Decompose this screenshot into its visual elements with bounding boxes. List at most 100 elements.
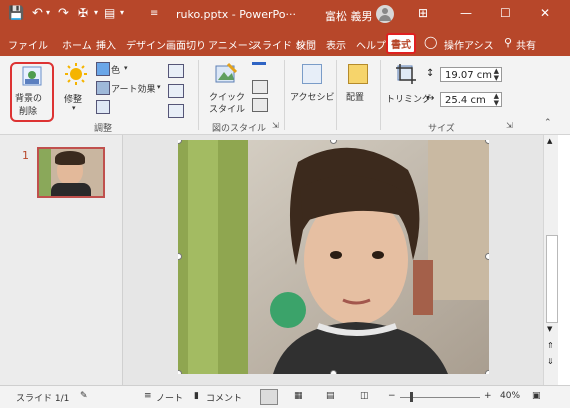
normal-view-icon[interactable] [260,389,278,405]
height-input[interactable]: 19.07 cm ▲ ▼ [440,67,502,82]
thumb-shirt [51,183,91,196]
divider [198,60,199,130]
picture-layout-icon[interactable] [252,98,268,112]
change-picture-icon[interactable] [168,84,184,98]
tab-view[interactable]: 表示 [326,37,346,52]
qat-more-icon[interactable]: ≡ [150,8,158,19]
notes-button[interactable]: ノート [156,391,183,404]
slide-indicator: スライド 1/1 [16,394,70,404]
styles-dialog-launcher-icon[interactable]: ⇲ [272,121,279,130]
quick-styles-button[interactable]: クイック スタイル [208,62,246,116]
touch-dropdown-icon[interactable]: ▾ [94,8,98,17]
previous-slide-icon[interactable]: ⇑ [547,341,554,350]
status-bar: スライド 1/1 ✎ ≡ ノート ▮ コメント ▦ ▤ ◫ − + 40% ▣ [0,385,570,408]
tab-help[interactable]: ヘルプ [356,37,386,52]
tab-review[interactable]: 校閲 [296,37,316,52]
minimize-button[interactable]: — [460,6,472,20]
thumb-hair [55,151,85,165]
zoom-slider-thumb[interactable] [410,392,413,402]
height-value: 19.07 cm [445,70,493,81]
collapse-ribbon-icon[interactable]: ⌃ [544,118,552,128]
height-spin-down[interactable]: ▼ [494,75,499,82]
share-button[interactable]: 共有 [516,37,536,52]
touch-mode-icon[interactable]: ✠ [78,6,88,20]
save-icon[interactable]: 💾 [8,6,24,21]
width-spin-down[interactable]: ▼ [494,100,499,107]
group-size-label: サイズ [428,124,455,134]
ribbon: 背景の 削除 修整 ▾ 色 ▾ アート効果 ▾ 調整 クイック スタイル 図のス… [0,56,570,135]
slideshow-icon[interactable]: ◫ [360,391,369,401]
scroll-thumb[interactable] [546,235,558,323]
avatar[interactable] [376,5,394,23]
resize-handle-bottom[interactable] [330,370,337,374]
width-icon: ↔ [426,93,435,104]
maximize-button[interactable]: ☐ [500,6,511,20]
scroll-up-icon[interactable]: ▲ [547,137,552,145]
color-icon [96,62,110,76]
notes-icon: ≡ [144,391,152,401]
tab-design[interactable]: デザイン [126,37,166,52]
resize-handle-bottom-right[interactable] [485,370,489,374]
tab-file[interactable]: ファイル [8,37,48,52]
customize-qat-icon[interactable]: ▾ [120,8,124,17]
corrections-button[interactable]: 修整 ▾ [60,62,92,112]
lightbulb-icon: ◯ [424,35,438,49]
tab-transitions[interactable]: 画面切り [166,37,206,52]
slide-sorter-icon[interactable]: ▦ [294,391,303,401]
zoom-level[interactable]: 40% [500,391,520,401]
color-button[interactable]: 色 [111,63,120,76]
zoom-in-icon[interactable]: + [484,391,492,401]
resize-handle-bottom-left[interactable] [178,370,182,374]
remove-background-button[interactable]: 背景の 削除 [10,62,54,122]
divider [284,60,285,130]
remove-background-label-1: 背景の [15,94,43,104]
remove-background-label-2: 削除 [19,107,38,117]
undo-icon[interactable]: ↶ [32,6,43,21]
comments-button[interactable]: コメント [206,391,242,404]
group-picture-styles-label: 図のスタイル [212,124,267,134]
width-value: 25.4 cm [445,95,486,106]
quick-styles-label-2: スタイル [209,105,246,115]
undo-dropdown-icon[interactable]: ▾ [46,8,50,17]
size-dialog-launcher-icon[interactable]: ⇲ [506,121,513,130]
present-icon[interactable]: ▤ [104,6,115,20]
fit-to-window-icon[interactable]: ▣ [532,391,541,401]
zoom-out-icon[interactable]: − [388,391,396,401]
next-slide-icon[interactable]: ⇓ [547,357,554,366]
reset-picture-icon[interactable] [168,104,184,118]
resize-handle-right[interactable] [485,253,489,260]
slide-thumbnail-pane: 1 [0,135,123,385]
slide-thumbnail[interactable] [37,147,105,198]
alt-text-button[interactable]: アクセシビ [290,62,335,116]
user-name: 富松 義男 [325,10,373,23]
height-icon: ↕ [426,68,435,79]
tab-insert[interactable]: 挿入 [96,37,116,52]
vertical-scrollbar[interactable]: ▲ ▼ ⇑ ⇓ [543,135,558,385]
close-button[interactable]: ✕ [540,6,550,20]
accessibility-label: アクセシビ [290,93,335,103]
remove-background-icon [22,66,42,86]
artistic-effects-button[interactable]: アート効果 [111,82,155,95]
ribbon-tabs: ファイル ホーム 挿入 デザイン 画面切り アニメーシ スライド シ 校閲 表示… [0,30,570,56]
reading-view-icon[interactable]: ▤ [326,391,335,401]
picture-border-icon[interactable] [252,62,266,65]
width-input[interactable]: 25.4 cm ▲ ▼ [440,92,502,107]
resize-handle-top-right[interactable] [485,140,489,144]
scroll-down-icon[interactable]: ▼ [547,325,552,333]
tab-animations[interactable]: アニメーシ [208,37,258,52]
window-title: ruko.pptx - PowerPo··· [176,8,296,21]
picture-effects-icon[interactable] [252,80,268,94]
artistic-effects-icon [96,81,110,95]
ribbon-display-options-button[interactable]: ⊞ [418,6,428,20]
crop-button[interactable]: トリミング [386,62,431,116]
tab-home[interactable]: ホーム [62,37,92,52]
alt-text-icon [302,64,322,84]
spell-check-icon[interactable]: ✎ [80,391,88,401]
tell-me-search[interactable]: 操作アシス [444,37,494,52]
selected-picture[interactable] [178,140,489,374]
compress-pictures-icon[interactable] [168,64,184,78]
arrange-button[interactable]: 配置 [342,62,372,116]
transparency-icon[interactable] [96,100,110,114]
tab-format[interactable]: 書式 [386,33,416,54]
redo-icon[interactable]: ↷ [58,6,69,21]
